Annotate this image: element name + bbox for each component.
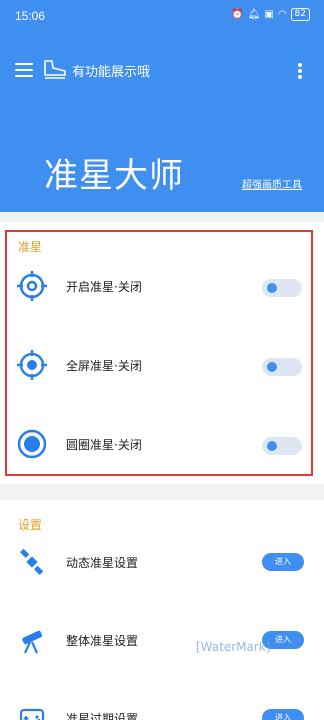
watermark: [WaterMark]	[196, 640, 271, 654]
bell-icon: 🔔︎	[247, 9, 261, 20]
hamburger-menu-icon[interactable]	[15, 63, 33, 77]
battery-icon: 82	[290, 8, 310, 21]
app-label[interactable]: 有功能展示哦	[72, 61, 150, 80]
highlight-frame	[5, 230, 313, 476]
brand-title: 准星大师	[44, 156, 184, 196]
telescope-icon	[22, 630, 43, 654]
status-bar: 15:06 ⏰ 🔔︎ ▣ ◠ 82	[0, 0, 324, 30]
settings-row-label: 动态准星设置	[66, 556, 139, 570]
enter-button[interactable]: 进入	[262, 709, 304, 720]
wifi-icon: ◠	[277, 9, 287, 20]
more-options-icon[interactable]	[298, 63, 302, 79]
settings-row-label: 整体准星设置	[66, 634, 139, 648]
settings-card: 设置 动态准星设置 进入 整体准星设置 进入 准星过期设置 进入	[0, 500, 324, 720]
app-header: 15:06 ⏰ 🔔︎ ▣ ◠ 82 有功能展示哦 准星大师 超强画质工具	[0, 0, 324, 212]
gamepad-icon	[19, 708, 45, 720]
section-title-settings: 设置	[18, 518, 43, 532]
alarm-icon: ⏰	[231, 9, 244, 20]
settings-row-label: 准星过期设置	[66, 712, 139, 720]
satellite-icon	[20, 548, 44, 575]
settings-row-dynamic[interactable]: 动态准星设置 进入	[0, 542, 324, 582]
status-time: 15:06	[15, 9, 46, 23]
system-icons: ⏰ 🔔︎ ▣ ◠ 82	[231, 8, 310, 21]
enter-button[interactable]: 进入	[262, 553, 304, 571]
settings-row-expire[interactable]: 准星过期设置 进入	[0, 698, 324, 720]
settings-row-overall[interactable]: 整体准星设置 进入	[0, 620, 324, 660]
hd-icon: ▣	[264, 9, 274, 20]
boot-icon	[44, 60, 66, 79]
brand-subtitle[interactable]: 超强画质工具	[242, 176, 302, 191]
